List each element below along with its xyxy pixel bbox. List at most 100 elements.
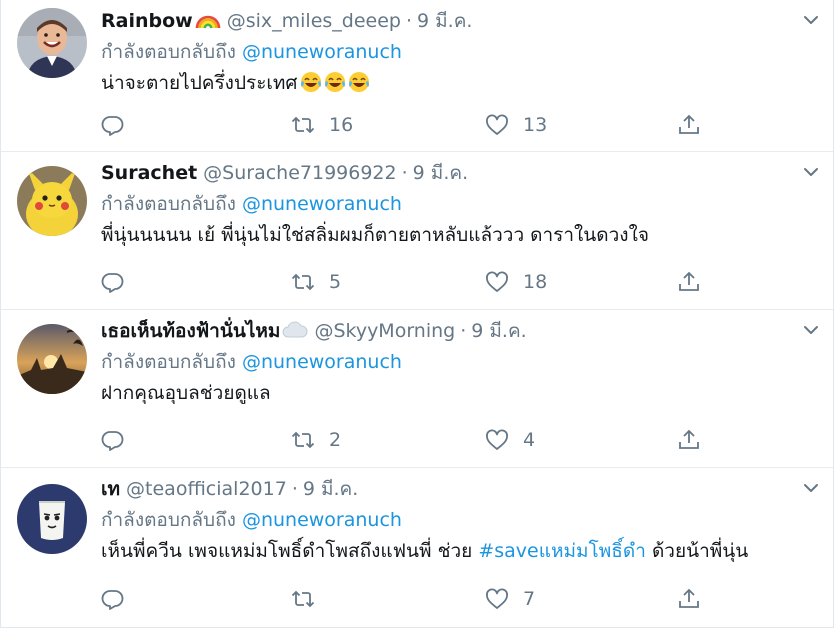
tweet-header: เท @teaofficial2017 · 9 มี.ค. (101, 476, 358, 502)
handle[interactable]: @Surache71996922 (203, 162, 396, 184)
retweet-icon (291, 273, 315, 291)
tweet-text: ฝากคุณอุบลช่วยดูแล (101, 380, 271, 406)
mention-link[interactable]: @nuneworanuch (242, 351, 402, 373)
chevron-down-icon[interactable] (801, 478, 821, 498)
tweet-1[interactable]: Rainbow @six_miles_deeep · 9 มี.ค. กำลังตอบ… (1, 0, 833, 152)
face-with-tears-of-joy-icon (300, 72, 321, 92)
reply-icon (101, 273, 124, 293)
share-button[interactable] (677, 110, 701, 140)
tweet-text-after: ด้วยน้าพี่นุ่น (645, 540, 749, 562)
display-name[interactable]: Rainbow (101, 10, 193, 32)
like-count: 13 (523, 114, 548, 136)
reply-icon (101, 431, 124, 451)
tweet-actions: 2 4 (101, 425, 721, 455)
retweet-count: 2 (329, 429, 342, 451)
display-name[interactable]: เท (101, 478, 120, 500)
handle[interactable]: @six_miles_deeep (227, 10, 401, 32)
reply-button[interactable] (101, 584, 139, 614)
retweet-count: 16 (329, 114, 354, 136)
handle[interactable]: @teaofficial2017 (126, 478, 287, 500)
share-icon (679, 271, 699, 291)
tweet-text-before: เห็นพี่ควีน เพจแหม่มโพธิ์ดำโพสถึงแฟนพี่ … (101, 540, 479, 562)
share-button[interactable] (677, 267, 701, 297)
chevron-down-icon[interactable] (801, 10, 821, 30)
share-button[interactable] (677, 425, 701, 455)
heart-icon (486, 429, 508, 450)
avatar[interactable] (17, 484, 87, 554)
replying-to: กำลังตอบกลับถึง @nuneworanuch (101, 192, 402, 216)
timestamp[interactable]: 9 มี.ค. (471, 320, 526, 342)
replying-prefix: กำลังตอบกลับถึง (101, 193, 236, 215)
separator: · (291, 478, 298, 500)
like-button[interactable]: 18 (485, 267, 547, 297)
replying-prefix: กำลังตอบกลับถึง (101, 351, 236, 373)
tweet-3[interactable]: เธอเห็นท้องฟ้านั่นไหม @SkyyMorning · 9 มี.ค… (1, 310, 833, 468)
tweet-actions: 5 18 (101, 267, 721, 297)
separator: · (405, 10, 413, 32)
retweet-icon (291, 116, 315, 134)
like-count: 7 (523, 588, 536, 610)
share-icon (679, 588, 699, 608)
reply-icon (101, 590, 124, 610)
retweet-count: 5 (329, 271, 342, 293)
timestamp[interactable]: 9 มี.ค. (303, 478, 358, 500)
like-button[interactable]: 13 (485, 110, 547, 140)
mention-link[interactable]: @nuneworanuch (242, 41, 402, 63)
tweet-text: น่าจะตายไปครึ่งประเทศ (101, 70, 370, 96)
display-name[interactable]: เธอเห็นท้องฟ้านั่นไหม (101, 320, 280, 342)
rainbow-icon (195, 10, 221, 37)
retweet-button[interactable]: 2 (291, 425, 341, 455)
tweet-text: พี่นุ่นนนนน เย้ พี่นุ่นไม่ใช่สลิ่มผมก็ตา… (101, 222, 649, 248)
like-button[interactable]: 4 (485, 425, 535, 455)
reply-button[interactable] (101, 267, 139, 297)
timestamp[interactable]: 9 มี.ค. (417, 10, 472, 32)
mention-link[interactable]: @nuneworanuch (242, 193, 402, 215)
tweet-text-content: พี่นุ่นนนนน เย้ พี่นุ่นไม่ใช่สลิ่มผมก็ตา… (101, 224, 649, 246)
tweet-2[interactable]: Surachet @Surache71996922 · 9 มี.ค. กำลังตอ… (1, 152, 833, 310)
tweet-text: เห็นพี่ควีน เพจแหม่มโพธิ์ดำโพสถึงแฟนพี่ … (101, 538, 748, 564)
reply-timeline: Rainbow @six_miles_deeep · 9 มี.ค. กำลังตอบ… (0, 0, 834, 628)
reply-button[interactable] (101, 110, 139, 140)
share-button[interactable] (677, 584, 701, 614)
share-icon (679, 429, 699, 449)
display-name[interactable]: Surachet (101, 162, 197, 184)
replying-to: กำลังตอบกลับถึง @nuneworanuch (101, 350, 402, 374)
like-count: 4 (523, 429, 536, 451)
retweet-button[interactable]: 5 (291, 267, 341, 297)
chevron-down-icon[interactable] (801, 320, 821, 340)
mention-link[interactable]: @nuneworanuch (242, 509, 402, 531)
reply-button[interactable] (101, 425, 139, 455)
retweet-button[interactable]: 16 (291, 110, 353, 140)
avatar[interactable] (17, 8, 87, 78)
tweet-4[interactable]: เท @teaofficial2017 · 9 มี.ค. กำลังตอบกลับถ… (1, 468, 833, 627)
heart-icon (486, 588, 508, 609)
avatar[interactable] (17, 166, 87, 236)
tweet-text-content: น่าจะตายไปครึ่งประเทศ (101, 72, 298, 94)
tweet-header: Rainbow @six_miles_deeep · 9 มี.ค. (101, 8, 472, 34)
heart-icon (486, 271, 508, 292)
face-with-tears-of-joy-icon (324, 72, 345, 92)
tweet-header: เธอเห็นท้องฟ้านั่นไหม @SkyyMorning · 9 มี.ค… (101, 318, 527, 344)
separator: · (460, 320, 467, 342)
tweet-header: Surachet @Surache71996922 · 9 มี.ค. (101, 160, 468, 186)
replying-prefix: กำลังตอบกลับถึง (101, 509, 236, 531)
separator: · (401, 162, 408, 184)
replying-to: กำลังตอบกลับถึง @nuneworanuch (101, 508, 402, 532)
like-count: 18 (523, 271, 548, 293)
handle[interactable]: @SkyyMorning (314, 320, 455, 342)
retweet-icon (291, 431, 315, 449)
chevron-down-icon[interactable] (801, 162, 821, 182)
tweet-actions: 7 (101, 584, 721, 614)
heart-icon (486, 114, 508, 135)
like-button[interactable]: 7 (485, 584, 535, 614)
retweet-button[interactable] (291, 584, 329, 614)
tweet-text-content: ฝากคุณอุบลช่วยดูแล (101, 382, 271, 404)
cloud-icon (282, 320, 308, 347)
share-icon (679, 114, 699, 134)
timestamp[interactable]: 9 มี.ค. (413, 162, 468, 184)
tweet-actions: 16 13 (101, 110, 721, 140)
hashtag-link[interactable]: #saveแหม่มโพธิ์ดำ (478, 540, 646, 562)
avatar[interactable] (17, 324, 87, 394)
face-with-tears-of-joy-icon (348, 72, 369, 92)
retweet-icon (291, 590, 315, 608)
